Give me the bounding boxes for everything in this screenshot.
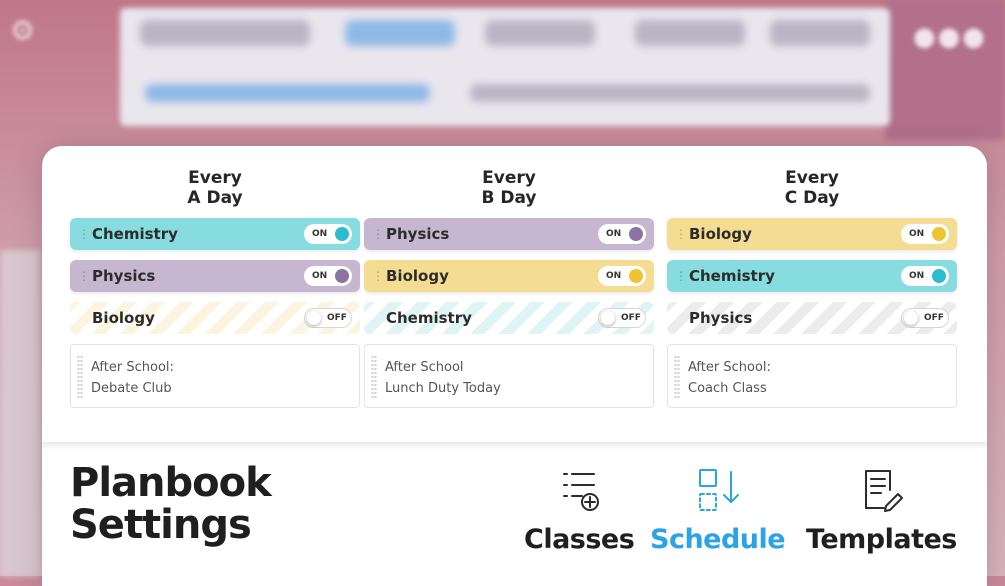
drag-handle-icon[interactable]: ⋮⋮ <box>78 227 101 241</box>
toggle-label: ON <box>909 229 925 239</box>
page-title: Planbook Settings <box>70 460 272 548</box>
background-block <box>470 84 870 102</box>
section-divider <box>42 442 987 450</box>
class-row-chemistry[interactable]: ⋮⋮ Chemistry ON <box>667 260 957 292</box>
toggle-knob <box>629 269 643 283</box>
planbook-settings-card: Every A Day ⋮⋮ Chemistry ON ⋮⋮ Physics O… <box>42 146 987 586</box>
note-line: After School: <box>91 360 174 375</box>
background-block <box>145 84 430 102</box>
class-row-physics[interactable]: ⋮⋮ Physics ON <box>364 218 654 250</box>
schedule-reorder-icon <box>650 464 785 516</box>
day-column-b: Every B Day ⋮⋮ Physics ON ⋮⋮ Biology ON … <box>364 168 654 408</box>
page-title-line1: Planbook <box>70 460 272 506</box>
day-note[interactable]: After School Lunch Duty Today <box>364 344 654 408</box>
day-title-line2: A Day <box>187 188 243 208</box>
background-block <box>635 20 745 46</box>
toggle-label: OFF <box>924 313 944 323</box>
class-toggle[interactable]: ON <box>598 266 646 286</box>
class-row-chemistry[interactable]: Chemistry OFF <box>364 302 654 334</box>
day-title-line2: C Day <box>784 188 840 208</box>
toggle-knob <box>932 269 946 283</box>
drag-handle-icon[interactable]: ⋮⋮ <box>675 227 698 241</box>
class-toggle[interactable]: OFF <box>598 308 646 328</box>
class-row-chemistry[interactable]: ⋮⋮ Chemistry ON <box>70 218 360 250</box>
class-toggle[interactable]: OFF <box>304 308 352 328</box>
day-title-line2: B Day <box>481 188 537 208</box>
toggle-knob <box>932 227 946 241</box>
toggle-label: ON <box>606 271 622 281</box>
toggle-knob <box>307 311 321 325</box>
toggle-knob <box>335 227 349 241</box>
document-edit-icon <box>806 464 957 516</box>
page-title-line2: Settings <box>70 502 252 548</box>
tab-classes[interactable]: Classes <box>524 464 635 555</box>
background-block <box>770 20 870 46</box>
note-line: Coach Class <box>688 381 767 396</box>
note-line: After School: <box>688 360 771 375</box>
background-sidebar <box>0 250 40 576</box>
toggle-label: ON <box>312 229 328 239</box>
note-line: Lunch Duty Today <box>385 381 501 396</box>
background-block <box>345 20 455 46</box>
toggle-knob <box>629 227 643 241</box>
day-title-line1: Every <box>188 168 242 188</box>
class-toggle[interactable]: ON <box>901 224 949 244</box>
toggle-knob <box>904 311 918 325</box>
tab-templates-label: Templates <box>806 524 957 555</box>
drag-handle-icon[interactable] <box>674 355 680 399</box>
class-row-physics[interactable]: Physics OFF <box>667 302 957 334</box>
class-toggle[interactable]: ON <box>304 266 352 286</box>
drag-handle-icon[interactable]: ⋮⋮ <box>372 269 395 283</box>
tab-schedule-label: Schedule <box>650 524 786 555</box>
background-block <box>140 20 310 46</box>
background-header <box>885 0 1005 140</box>
drag-handle-icon[interactable] <box>371 355 377 399</box>
class-row-biology[interactable]: ⋮⋮ Biology ON <box>667 218 957 250</box>
class-toggle[interactable]: ON <box>304 224 352 244</box>
toggle-label: ON <box>312 271 328 281</box>
tab-classes-label: Classes <box>524 524 635 555</box>
day-title-line1: Every <box>482 168 536 188</box>
drag-handle-icon[interactable]: ⋮⋮ <box>675 269 698 283</box>
tab-schedule[interactable]: Schedule <box>650 464 786 555</box>
class-toggle[interactable]: OFF <box>901 308 949 328</box>
list-add-icon <box>524 464 634 516</box>
drag-handle-icon[interactable]: ⋮⋮ <box>372 227 395 241</box>
class-toggle[interactable]: ON <box>901 266 949 286</box>
note-line: Debate Club <box>91 381 172 396</box>
class-toggle[interactable]: ON <box>598 224 646 244</box>
class-row-biology[interactable]: Biology OFF <box>70 302 360 334</box>
note-line: After School <box>385 360 464 375</box>
day-title: Every B Day <box>364 168 654 208</box>
toggle-label: ON <box>909 271 925 281</box>
background-block <box>485 20 595 46</box>
toggle-knob <box>335 269 349 283</box>
drag-handle-icon[interactable] <box>77 355 83 399</box>
day-column-c: Every C Day ⋮⋮ Biology ON ⋮⋮ Chemistry O… <box>667 168 957 408</box>
drag-handle-icon[interactable]: ⋮⋮ <box>78 269 101 283</box>
more-icon: ●●● <box>912 22 987 52</box>
toggle-label: ON <box>606 229 622 239</box>
gear-icon: ⚙ <box>10 14 36 47</box>
day-title: Every A Day <box>70 168 360 208</box>
day-title: Every C Day <box>667 168 957 208</box>
day-note[interactable]: After School: Debate Club <box>70 344 360 408</box>
day-note[interactable]: After School: Coach Class <box>667 344 957 408</box>
toggle-label: OFF <box>327 313 347 323</box>
day-title-line1: Every <box>785 168 839 188</box>
toggle-knob <box>601 311 615 325</box>
day-column-a: Every A Day ⋮⋮ Chemistry ON ⋮⋮ Physics O… <box>70 168 360 408</box>
toggle-label: OFF <box>621 313 641 323</box>
class-row-physics[interactable]: ⋮⋮ Physics ON <box>70 260 360 292</box>
tab-templates[interactable]: Templates <box>806 464 957 555</box>
class-row-biology[interactable]: ⋮⋮ Biology ON <box>364 260 654 292</box>
